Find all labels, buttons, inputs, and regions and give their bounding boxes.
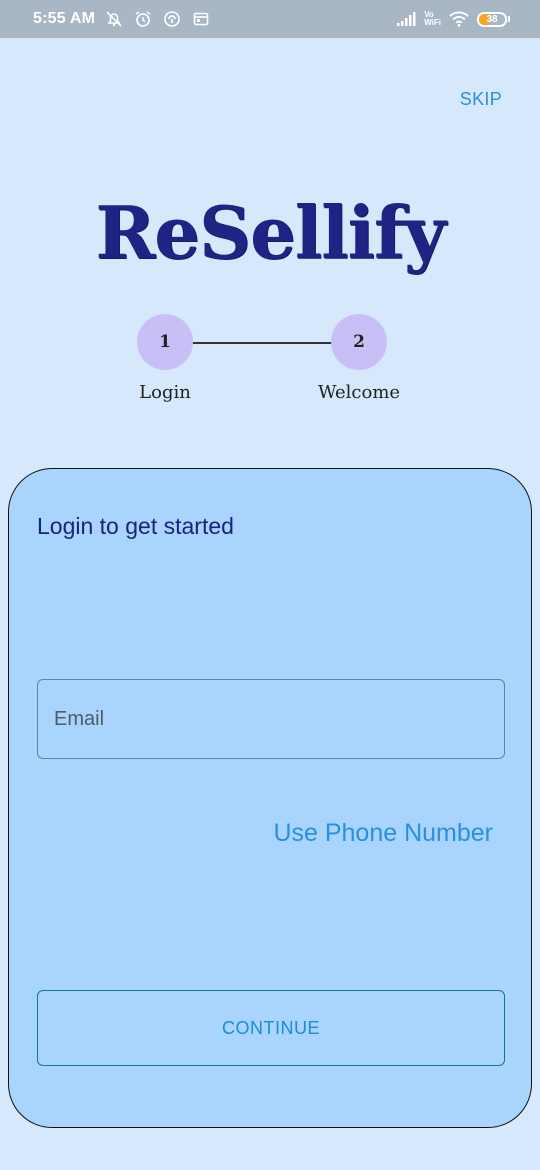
notifications-off-icon (104, 9, 124, 29)
continue-button[interactable]: CONTINUE (37, 990, 505, 1066)
vowifi-indicator: Vo WiFi (424, 11, 441, 27)
use-phone-number-link[interactable]: Use Phone Number (273, 819, 493, 848)
login-card: Login to get started Use Phone Number CO… (8, 468, 532, 1128)
vowifi-bottom: WiFi (424, 18, 441, 27)
battery-percent: 38 (486, 13, 498, 25)
step-1-label: Login (139, 382, 191, 403)
step-1-circle: 1 (137, 314, 193, 370)
skip-button[interactable]: SKIP (460, 89, 502, 110)
sync-app-icon (162, 9, 182, 29)
step-2-label: Welcome (317, 382, 401, 403)
signal-icon (396, 9, 416, 29)
progress-stepper: 1 2 Login Welcome (0, 314, 540, 414)
wifi-icon (449, 9, 469, 29)
calendar-icon (191, 9, 211, 29)
status-left: 5:55 AM (33, 9, 211, 29)
app-logo: ReSellify (95, 190, 445, 275)
stepper-connector (192, 342, 333, 344)
login-card-title: Login to get started (37, 513, 234, 539)
email-field[interactable] (37, 679, 505, 759)
battery-tip (508, 16, 510, 22)
alarm-icon (133, 9, 153, 29)
status-bar: 5:55 AM Vo WiFi 38 (0, 0, 540, 38)
status-time: 5:55 AM (33, 10, 96, 27)
battery-icon: 38 (477, 11, 507, 27)
battery-indicator: 38 (477, 11, 510, 27)
status-right: Vo WiFi 38 (396, 9, 510, 29)
step-2-circle: 2 (331, 314, 387, 370)
